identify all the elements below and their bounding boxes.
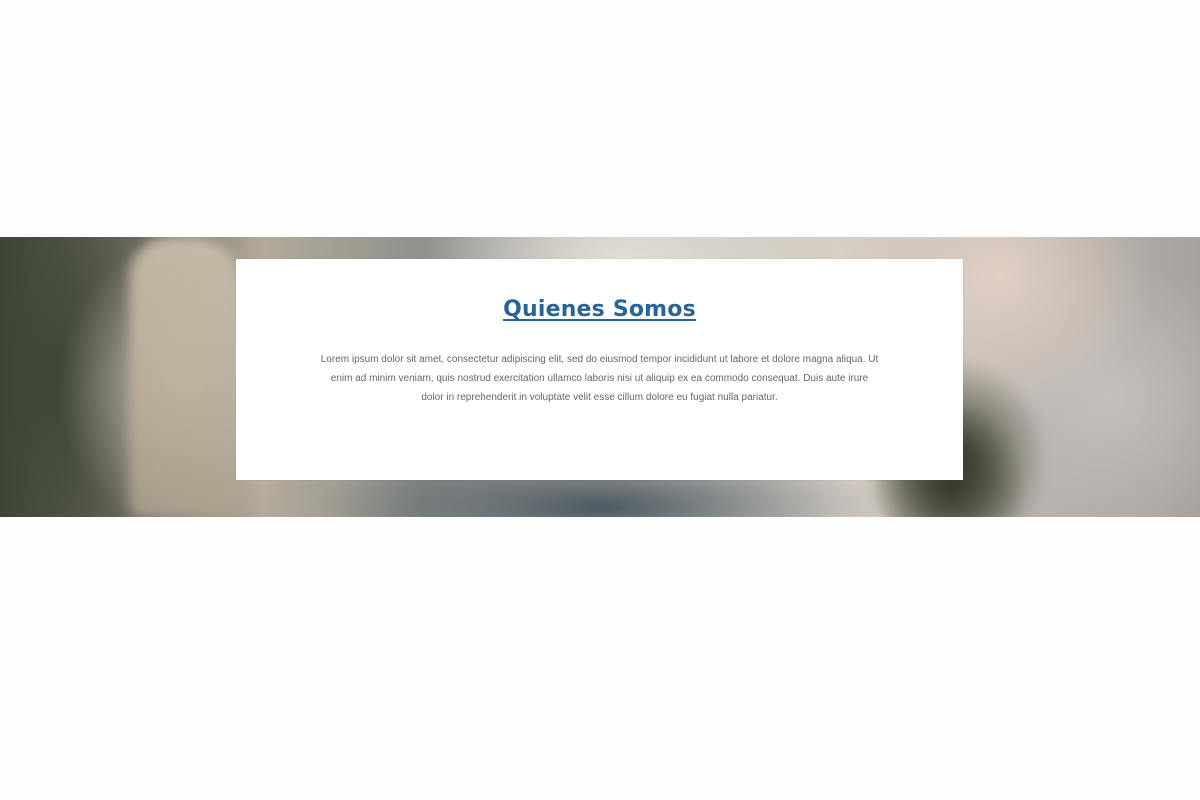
about-title-link[interactable]: Quienes Somos (503, 297, 696, 322)
about-description: Lorem ipsum dolor sit amet, consectetur … (320, 354, 879, 403)
hero-rock-shape (130, 237, 240, 517)
about-card: Quienes Somos Lorem ipsum dolor sit amet… (236, 259, 963, 480)
page: Quienes Somos Lorem ipsum dolor sit amet… (0, 0, 1200, 800)
